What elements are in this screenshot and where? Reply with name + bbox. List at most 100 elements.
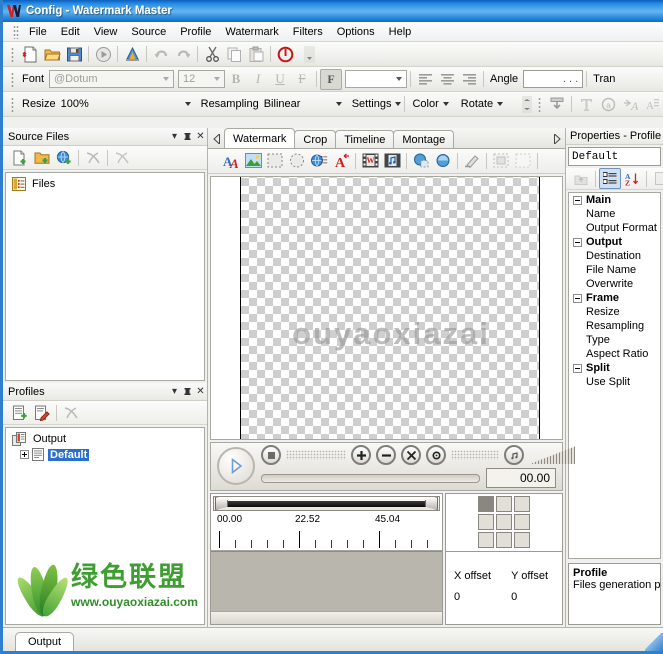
align-right-icon[interactable] (458, 69, 480, 90)
collapse-icon[interactable] (573, 293, 582, 303)
menu-edit[interactable]: Edit (54, 24, 87, 40)
deselect-icon[interactable] (512, 150, 534, 171)
property-row[interactable]: Use Split (569, 375, 660, 389)
pin-icon[interactable] (181, 385, 194, 399)
add-file-icon[interactable] (9, 147, 31, 168)
menu-profile[interactable]: Profile (173, 24, 218, 40)
collapse-icon[interactable] (573, 363, 582, 373)
font-family-select[interactable]: @Dotum (49, 70, 175, 88)
numbering-text-icon[interactable]: A (641, 94, 663, 115)
ellipse-icon[interactable] (286, 150, 308, 171)
volume-slider[interactable] (529, 446, 575, 465)
categorized-icon[interactable] (599, 168, 621, 189)
play-icon[interactable] (217, 447, 255, 486)
strikethrough-button[interactable]: F (291, 69, 313, 90)
underline-button[interactable]: U (269, 69, 291, 90)
anchor-cell-top-right[interactable] (514, 496, 530, 513)
anchor-cell-bottom-right[interactable] (514, 532, 530, 549)
align-center-icon[interactable] (436, 69, 458, 90)
close-icon[interactable]: ✕ (194, 385, 207, 399)
expand-icon[interactable] (20, 450, 29, 459)
pin-icon[interactable] (181, 130, 194, 144)
anchor-cell-middle-center[interactable] (496, 514, 512, 531)
property-group-main[interactable]: Main (569, 193, 660, 207)
property-row[interactable]: File Name (569, 263, 660, 277)
timeline-range-handle-left[interactable] (215, 496, 228, 510)
y-offset-value[interactable]: 0 (511, 591, 548, 603)
font-toolbar-grip[interactable] (11, 71, 14, 87)
anchor-cell-top-center[interactable] (496, 496, 512, 513)
property-group-split[interactable]: Split (569, 361, 660, 375)
align-left-icon[interactable] (414, 69, 436, 90)
add-folder-icon[interactable] (31, 147, 53, 168)
actual-size-icon[interactable] (426, 445, 446, 466)
panel-menu-icon[interactable]: ▾ (168, 385, 181, 399)
text-color-select[interactable] (345, 70, 408, 88)
text-tool-icon[interactable] (575, 94, 597, 115)
cut-icon[interactable] (201, 44, 223, 65)
parent-icon[interactable] (570, 168, 592, 189)
menu-filters[interactable]: Filters (286, 24, 330, 40)
mask-icon[interactable] (432, 150, 454, 171)
anchor-selector[interactable] (446, 494, 562, 552)
extra-toolbar-grip[interactable] (538, 96, 541, 112)
collapse-icon[interactable] (573, 195, 582, 205)
italic-button[interactable]: I (247, 69, 269, 90)
video-watermark-icon[interactable]: W (359, 150, 381, 171)
properties-selected-object[interactable]: Default (568, 147, 661, 166)
anchor-cell-bottom-center[interactable] (496, 532, 512, 549)
bold-button[interactable]: B (225, 69, 247, 90)
anchor-cell-middle-right[interactable] (514, 514, 530, 531)
html-watermark-icon[interactable] (308, 150, 330, 171)
audio-watermark-icon[interactable] (381, 150, 403, 171)
preview-canvas[interactable] (210, 175, 563, 440)
tab-scroll-left-icon[interactable] (210, 130, 224, 148)
property-row[interactable]: Destination (569, 249, 660, 263)
copy-icon[interactable] (223, 44, 245, 65)
sort-alpha-icon[interactable]: A Z (621, 168, 643, 189)
stop-icon[interactable] (261, 445, 281, 466)
shape-icon[interactable] (410, 150, 432, 171)
select-region-icon[interactable] (490, 150, 512, 171)
property-row[interactable]: Output Format (569, 221, 660, 235)
zoom-in-icon[interactable] (351, 445, 371, 466)
effects-text-icon[interactable]: A (619, 94, 641, 115)
property-row[interactable]: Overwrite (569, 277, 660, 291)
transparency-checkerboard[interactable] (239, 176, 540, 439)
add-url-icon[interactable] (53, 147, 75, 168)
tree-item-default[interactable]: Default (6, 447, 204, 462)
delete-profile-icon[interactable] (60, 402, 82, 423)
timeline-horizontal-scrollbar[interactable] (211, 611, 442, 624)
tab-watermark[interactable]: Watermark (224, 128, 296, 148)
menu-file[interactable]: File (22, 24, 54, 40)
open-folder-icon[interactable] (41, 44, 63, 65)
remove-all-icon[interactable] (111, 147, 133, 168)
menu-view[interactable]: View (87, 24, 125, 40)
property-row[interactable]: Resampling (569, 319, 660, 333)
color-menu-button[interactable]: Color (412, 98, 449, 110)
resize-select[interactable]: 100% (61, 98, 191, 110)
menu-grip[interactable] (13, 24, 19, 39)
toolbar-expand-button[interactable] (516, 94, 538, 115)
tab-output[interactable]: Output (15, 632, 75, 651)
menu-source[interactable]: Source (124, 24, 173, 40)
tree-item-output[interactable]: Output (6, 428, 204, 447)
settings-menu-button[interactable]: Settings (352, 98, 402, 110)
properties-list[interactable]: Main Name Output Format Output Destinati… (568, 192, 661, 559)
anchor-cell-middle-left[interactable] (478, 514, 494, 531)
resampling-select[interactable]: Bilinear (264, 98, 342, 110)
stop-icon[interactable] (274, 44, 296, 65)
profiles-tree[interactable]: Output Default (5, 427, 205, 625)
menu-help[interactable]: Help (382, 24, 419, 40)
convert-icon[interactable] (121, 44, 143, 65)
chevron-down-icon[interactable] (392, 71, 406, 87)
property-row[interactable]: Type (569, 333, 660, 347)
resize-toolbar-grip[interactable] (11, 96, 14, 112)
menu-watermark[interactable]: Watermark (218, 24, 285, 40)
resize-grip[interactable] (645, 633, 663, 651)
tab-crop[interactable]: Crop (294, 130, 337, 148)
font-size-select[interactable]: 12 (178, 70, 226, 88)
save-icon[interactable] (63, 44, 85, 65)
tab-timeline[interactable]: Timeline (335, 130, 395, 148)
undo-icon[interactable] (150, 44, 172, 65)
